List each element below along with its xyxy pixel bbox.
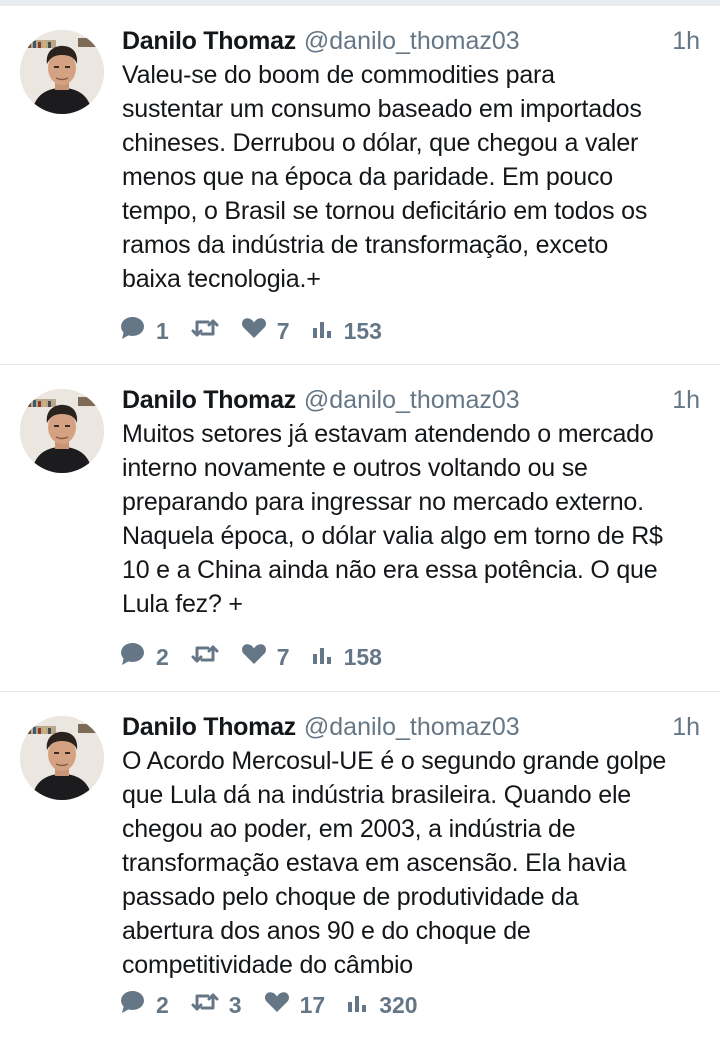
tweet-item[interactable]: Danilo Thomaz @danilo_thomaz03 1h O Acord… (0, 692, 720, 1051)
avatar[interactable] (20, 389, 104, 473)
retweet-icon (191, 317, 219, 345)
tweet-text-line: baixa tecnologia.+ (122, 265, 321, 293)
tweet-text-line: Muitos setores já estavam atendendo o me… (122, 420, 654, 448)
tweet-text-line: 10 e a China ainda não era essa potência… (122, 556, 658, 584)
display-name[interactable]: Danilo Thomaz (122, 386, 296, 414)
tweet-timestamp[interactable]: 1h (672, 383, 700, 417)
heart-icon (241, 643, 267, 671)
user-handle[interactable]: @danilo_thomaz03 (304, 27, 520, 55)
tweet-text-line: abertura dos anos 90 e do choque de (122, 917, 531, 945)
retweet-button[interactable] (191, 643, 219, 671)
tweet-text-line: menos que na época da paridade. Em pouco (122, 163, 613, 191)
tweet-text-line: O Acordo Mercosul-UE é o segundo grande … (122, 747, 667, 775)
tweet-actions: 2 3 17 320 (120, 990, 440, 1020)
tweet-content: Danilo Thomaz @danilo_thomaz03 1h Muitos … (122, 383, 700, 621)
tweet-text: O Acordo Mercosul-UE é o segundo grande … (122, 744, 700, 982)
tweet-text-line: preparando para ingressar no mercado ext… (122, 488, 644, 516)
tweet-timestamp[interactable]: 1h (672, 24, 700, 58)
view-count: 153 (343, 317, 382, 344)
tweet-text-line: chegou ao poder, em 2003, a indústria de (122, 815, 576, 843)
bar-chart-icon (312, 644, 334, 671)
retweet-button[interactable] (191, 317, 219, 345)
reply-count: 1 (156, 317, 169, 344)
tweet-header: Danilo Thomaz @danilo_thomaz03 1h (122, 383, 700, 417)
reply-button[interactable]: 1 (120, 316, 169, 346)
bar-chart-icon (312, 318, 334, 345)
tweet-actions: 2 7 158 (120, 642, 404, 672)
analytics-button[interactable]: 153 (312, 318, 382, 345)
user-handle[interactable]: @danilo_thomaz03 (304, 386, 520, 414)
tweet-text-line: chineses. Derrubou o dólar, que chegou a… (122, 129, 639, 157)
like-count: 7 (276, 643, 290, 670)
tweet-text-line: competitividade do câmbio (122, 951, 413, 979)
tweet-text-line: ramos da indústria de transformação, exc… (122, 231, 609, 259)
tweet-text-line: que Lula dá na indústria brasileira. Qua… (122, 781, 632, 809)
tweet-text-line: interno novamente e outros voltando ou s… (122, 454, 588, 482)
like-button[interactable]: 17 (264, 991, 326, 1019)
avatar[interactable] (20, 716, 104, 800)
like-button[interactable]: 7 (241, 317, 290, 345)
user-handle[interactable]: @danilo_thomaz03 (304, 713, 520, 741)
heart-icon (264, 991, 290, 1019)
heart-icon (241, 317, 267, 345)
tweet-text-line: sustentar um consumo baseado em importad… (122, 95, 642, 123)
tweet-text-line: transformação estava em ascensão. Ela ha… (122, 849, 627, 877)
tweet-timestamp[interactable]: 1h (672, 710, 700, 744)
analytics-button[interactable]: 158 (312, 644, 382, 671)
tweet-content: Danilo Thomaz @danilo_thomaz03 1h O Acord… (122, 710, 700, 982)
bar-chart-icon (347, 992, 369, 1019)
tweet-header: Danilo Thomaz @danilo_thomaz03 1h (122, 24, 700, 58)
reply-icon (120, 316, 146, 346)
avatar[interactable] (20, 30, 104, 114)
tweet-text-line: tempo, o Brasil se tornou deficitário em… (122, 197, 648, 225)
retweet-icon (191, 643, 219, 671)
reply-icon (120, 990, 146, 1020)
display-name[interactable]: Danilo Thomaz (122, 27, 296, 55)
retweet-button[interactable]: 3 (191, 991, 242, 1019)
tweet-feed: Danilo Thomaz @danilo_thomaz03 1h Valeu-s… (0, 6, 720, 1051)
tweet-text-line: passado pelo choque de produtividade da (122, 883, 579, 911)
tweet-item[interactable]: Danilo Thomaz @danilo_thomaz03 1h Muitos … (0, 365, 720, 692)
tweet-header: Danilo Thomaz @danilo_thomaz03 1h (122, 710, 700, 744)
tweet-text-line: Lula fez? + (122, 590, 243, 618)
like-count: 7 (276, 317, 290, 344)
reply-count: 2 (156, 643, 169, 670)
analytics-button[interactable]: 320 (347, 991, 418, 1019)
tweet-text: Valeu-se do boom de commodities para sus… (122, 58, 700, 296)
reply-button[interactable]: 2 (120, 990, 169, 1020)
like-count: 17 (299, 991, 326, 1018)
tweet-content: Danilo Thomaz @danilo_thomaz03 1h Valeu-s… (122, 24, 700, 296)
reply-button[interactable]: 2 (120, 642, 169, 672)
tweet-text: Muitos setores já estavam atendendo o me… (122, 417, 700, 621)
retweet-icon (191, 991, 219, 1019)
like-button[interactable]: 7 (241, 643, 290, 671)
retweet-count: 3 (228, 991, 242, 1018)
tweet-item[interactable]: Danilo Thomaz @danilo_thomaz03 1h Valeu-s… (0, 6, 720, 365)
display-name[interactable]: Danilo Thomaz (122, 713, 296, 741)
reply-icon (120, 642, 146, 672)
reply-count: 2 (156, 991, 169, 1018)
view-count: 158 (343, 643, 382, 670)
tweet-text-line: Valeu-se do boom de commodities para (122, 61, 555, 89)
tweet-actions: 1 7 153 (120, 316, 404, 346)
tweet-text-line: Naquela época, o dólar valia algo em tor… (122, 522, 663, 550)
view-count: 320 (379, 991, 418, 1018)
